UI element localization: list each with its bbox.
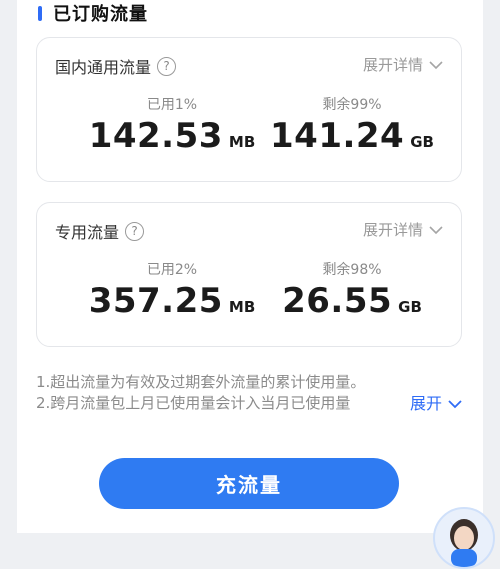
note-line-2-text: 2.跨月流量包上月已使用量会计入当月已使用量 [36,394,351,412]
used-value: 142.53 MB [82,116,262,156]
card-title: 国内通用流量 ? [55,54,177,78]
chevron-down-icon [448,393,462,414]
usage-notes: 1.超出流量为有效及过期套外流量的累计使用量。 2.跨月流量包上月已使用量会计入… [36,372,466,414]
remaining-label: 剩余99% [322,97,382,113]
used-unit: MB [228,298,256,316]
assistant-avatar[interactable] [433,507,495,569]
card-title-label: 专用流量 [55,223,120,242]
used-stat: 已用2% 357.25 MB [82,259,262,321]
remaining-stat: 剩余98% 26.55 GB [262,259,442,321]
section-title: 已订购流量 [53,4,148,25]
used-unit: MB [228,133,256,151]
note-line-2: 2.跨月流量包上月已使用量会计入当月已使用量 展开 [36,393,466,414]
remaining-stat: 剩余99% 141.24 GB [262,94,442,156]
expand-notes-link[interactable]: 展开 [410,393,462,414]
remaining-label: 剩余98% [322,262,382,278]
used-value: 357.25 MB [82,281,262,321]
traffic-card-domestic: 国内通用流量 ? 展开详情 已用1% 142.53 MB 剩余99% 141.24… [36,37,462,182]
traffic-sheet: 已订购流量 国内通用流量 ? 展开详情 已用1% 142.53 MB 剩余99% … [17,0,495,569]
note-line-1: 1.超出流量为有效及过期套外流量的累计使用量。 [36,373,366,391]
remaining-unit: GB [398,298,422,316]
accent-bar [38,5,42,21]
card-title-label: 国内通用流量 [55,58,152,77]
used-label: 已用2% [146,262,198,278]
chevron-down-icon [429,56,443,74]
help-icon[interactable]: ? [125,221,145,241]
help-icon[interactable]: ? [157,56,177,76]
chevron-down-icon [429,221,443,239]
remaining-value: 141.24 GB [262,116,442,156]
remaining-amount: 26.55 [282,281,393,321]
expand-details-label: 展开详情 [362,221,423,239]
used-stat: 已用1% 142.53 MB [82,94,262,156]
card-title: 专用流量 ? [55,219,145,243]
remaining-unit: GB [410,133,434,151]
used-amount: 142.53 [88,116,223,156]
expand-details-link[interactable]: 展开详情 [363,54,443,75]
used-amount: 357.25 [88,281,223,321]
section-header: 已订购流量 [38,2,148,25]
expand-details-label: 展开详情 [362,56,423,74]
expand-details-link[interactable]: 展开详情 [363,219,443,240]
used-label: 已用1% [146,97,198,113]
remaining-value: 26.55 GB [262,281,442,321]
remaining-amount: 141.24 [270,116,405,156]
traffic-card-dedicated: 专用流量 ? 展开详情 已用2% 357.25 MB 剩余98% 26.55 GB [36,202,462,347]
recharge-button[interactable]: 充流量 [99,458,399,509]
expand-notes-label: 展开 [410,394,443,413]
